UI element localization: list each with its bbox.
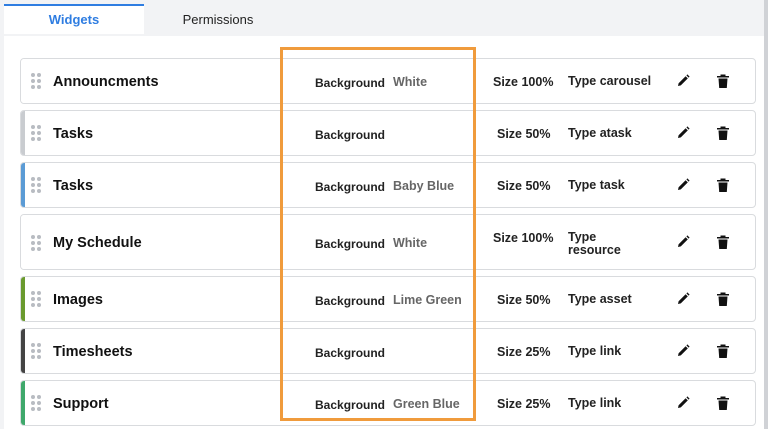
trash-icon[interactable]	[715, 343, 731, 359]
drag-handle-icon[interactable]	[31, 235, 41, 251]
trash-icon[interactable]	[715, 177, 731, 193]
size-value: Size 50%	[497, 179, 551, 193]
widget-row-timesheets[interactable]: Timesheets Background Size 25% Type link	[20, 328, 756, 374]
size-value: Size 25%	[497, 345, 551, 359]
type-value: Type link	[568, 396, 622, 410]
size-value: Size 50%	[497, 127, 551, 141]
background-value: White	[393, 75, 428, 89]
row-accent	[21, 163, 25, 207]
size-value: Size 50%	[497, 293, 551, 307]
pencil-icon[interactable]	[675, 291, 691, 307]
trash-icon[interactable]	[715, 291, 731, 307]
background-value: White	[393, 236, 428, 250]
background-label: Background	[315, 180, 386, 194]
type-value: Type asset	[568, 292, 632, 306]
pencil-icon[interactable]	[675, 177, 691, 193]
widget-row-tasks[interactable]: Tasks Background Baby Blue Size 50% Type…	[20, 162, 756, 208]
type-value: Type atask	[568, 126, 632, 140]
type-value: Type link	[568, 344, 622, 358]
widget-row-announcments[interactable]: Announcments Background White Size 100% …	[20, 58, 756, 104]
widget-name: Tasks	[53, 126, 94, 142]
trash-icon[interactable]	[715, 234, 731, 250]
size-value: Size 25%	[497, 397, 551, 411]
background-label: Background	[315, 237, 386, 251]
row-accent	[21, 59, 25, 103]
size-value: Size 100%	[493, 231, 554, 245]
drag-handle-icon[interactable]	[31, 343, 41, 359]
row-accent	[21, 111, 25, 155]
background-label: Background	[315, 346, 386, 360]
widget-name: Support	[53, 396, 109, 412]
size-value: Size 100%	[493, 75, 554, 89]
type-value: Type resource	[568, 230, 621, 257]
background-label: Background	[315, 398, 386, 412]
widget-row-tasks[interactable]: Tasks Background Size 50% Type atask	[20, 110, 756, 156]
drag-handle-icon[interactable]	[31, 125, 41, 141]
widget-name: My Schedule	[53, 235, 142, 251]
tab-widgets[interactable]: Widgets	[4, 4, 144, 34]
tab-bar: Widgets Permissions	[4, 0, 764, 36]
type-value: Type task	[568, 178, 625, 192]
widget-name: Tasks	[53, 178, 94, 194]
tab-permissions[interactable]: Permissions	[144, 6, 292, 34]
row-accent	[21, 381, 25, 425]
widget-row-my-schedule[interactable]: My Schedule Background White Size 100% T…	[20, 214, 756, 270]
pencil-icon[interactable]	[675, 343, 691, 359]
background-value: Baby Blue	[393, 179, 455, 193]
widget-name: Images	[53, 292, 103, 308]
pencil-icon[interactable]	[675, 395, 691, 411]
trash-icon[interactable]	[715, 125, 731, 141]
row-accent	[21, 277, 25, 321]
background-value: Green Blue	[393, 397, 460, 411]
widget-name: Announcments	[53, 74, 159, 90]
pencil-icon[interactable]	[675, 234, 691, 250]
drag-handle-icon[interactable]	[31, 291, 41, 307]
widget-row-images[interactable]: Images Background Lime Green Size 50% Ty…	[20, 276, 756, 322]
type-value: Type carousel	[568, 74, 652, 88]
background-label: Background	[315, 76, 386, 90]
drag-handle-icon[interactable]	[31, 395, 41, 411]
background-label: Background	[315, 294, 386, 308]
drag-handle-icon[interactable]	[31, 177, 41, 193]
row-accent	[21, 329, 25, 373]
widget-name: Timesheets	[53, 344, 133, 360]
scrollbar[interactable]	[764, 0, 768, 429]
row-accent	[21, 215, 25, 269]
background-value: Lime Green	[393, 293, 462, 307]
pencil-icon[interactable]	[675, 125, 691, 141]
trash-icon[interactable]	[715, 73, 731, 89]
widget-row-support[interactable]: Support Background Green Blue Size 25% T…	[20, 380, 756, 426]
pencil-icon[interactable]	[675, 73, 691, 89]
drag-handle-icon[interactable]	[31, 73, 41, 89]
trash-icon[interactable]	[715, 395, 731, 411]
background-label: Background	[315, 128, 386, 142]
